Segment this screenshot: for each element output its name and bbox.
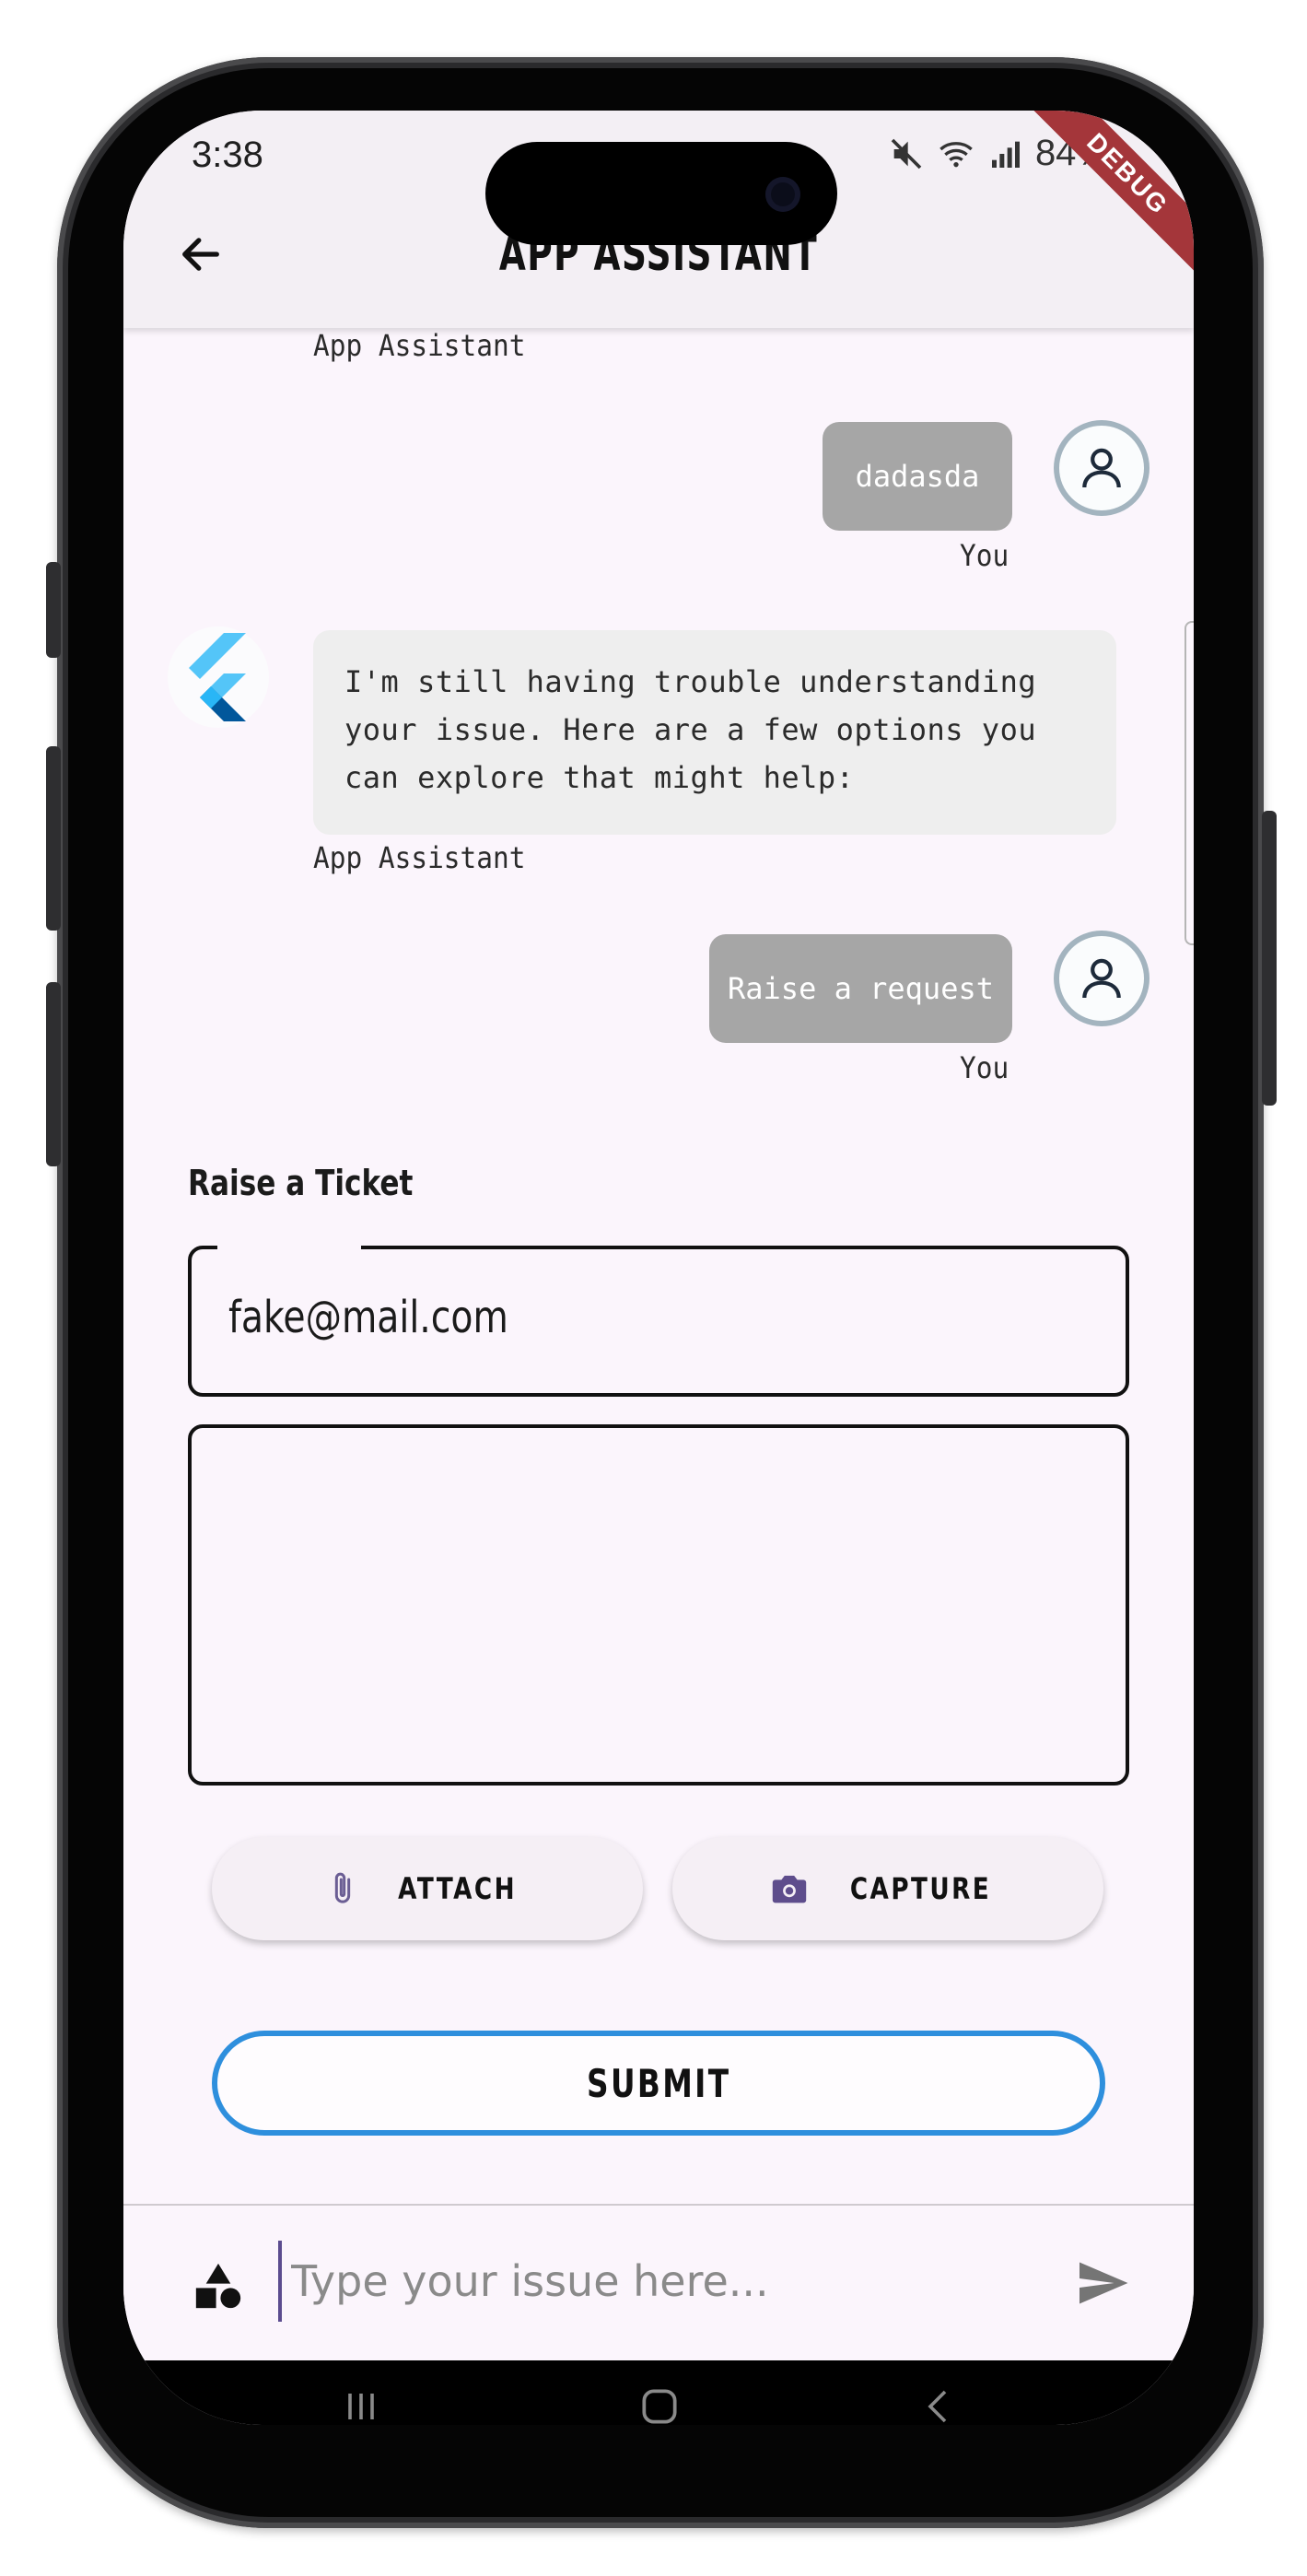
shapes-button[interactable] [192, 2259, 245, 2317]
status-time: 3:38 [192, 135, 263, 175]
send-icon [1079, 2262, 1128, 2304]
shapes-icon [195, 2263, 241, 2309]
user-message-bubble: Raise a request [709, 934, 1012, 1043]
chevron-left-icon [928, 2390, 947, 2423]
avatar [1054, 420, 1149, 516]
attach-button[interactable]: ATTACH [212, 1837, 643, 1940]
nav-back-button[interactable] [903, 2370, 976, 2425]
camera-island [485, 142, 837, 245]
ticket-form-heading: Raise a Ticket [188, 1163, 414, 1203]
flutter-logo-icon [189, 633, 246, 721]
arrow-left-icon [182, 238, 219, 271]
field-label-notch [217, 1244, 361, 1253]
camera-icon [773, 1875, 807, 1903]
message-text: dadasda [855, 459, 980, 494]
mute-icon [888, 135, 925, 172]
home-icon [642, 2389, 677, 2424]
mute-switch [46, 562, 61, 658]
back-button[interactable] [171, 225, 230, 284]
power-button [1262, 811, 1277, 1106]
user-sender-label: You [960, 538, 1009, 573]
signal-icon [987, 135, 1024, 172]
recents-icon [348, 2394, 374, 2419]
capture-button[interactable]: CAPTURE [672, 1837, 1103, 1940]
app-screen: 3:38 84% DEBUG APP ASSISTANT App Assista… [123, 111, 1194, 2425]
system-nav-bar [123, 2360, 1194, 2425]
bot-message-bubble: I'm still having trouble understanding y… [313, 630, 1116, 835]
app-bar: 3:38 84% DEBUG APP ASSISTANT [123, 111, 1194, 328]
message-text: I'm still having trouble understanding y… [344, 664, 1037, 795]
bot-sender-label: App Assistant [313, 328, 526, 363]
email-value: fake@mail.com [228, 1292, 508, 1343]
send-button[interactable] [1072, 2255, 1133, 2315]
submit-label: SUBMIT [586, 2060, 731, 2106]
bot-avatar [168, 626, 269, 728]
person-icon [1082, 958, 1121, 999]
email-field[interactable]: fake@mail.com [188, 1244, 1129, 1397]
description-field[interactable] [188, 1424, 1129, 1786]
message-composer [123, 2204, 1194, 2362]
home-button[interactable] [623, 2370, 696, 2425]
capture-label: CAPTURE [850, 1871, 992, 1906]
scrollbar[interactable] [1184, 621, 1194, 945]
user-sender-label: You [960, 1050, 1009, 1085]
avatar [1054, 931, 1149, 1026]
message-text: Raise a request [728, 971, 994, 1006]
bot-sender-label: App Assistant [313, 840, 526, 875]
user-message-bubble: dadasda [823, 422, 1012, 531]
submit-button[interactable]: SUBMIT [212, 2031, 1105, 2136]
wifi-icon [936, 135, 976, 172]
message-input[interactable] [278, 2241, 1030, 2322]
attach-label: ATTACH [398, 1871, 518, 1906]
recents-button[interactable] [324, 2370, 398, 2425]
person-icon [1082, 448, 1121, 488]
volume-down-button [46, 982, 61, 1166]
paperclip-icon [335, 1872, 351, 1903]
volume-up-button [46, 746, 61, 931]
